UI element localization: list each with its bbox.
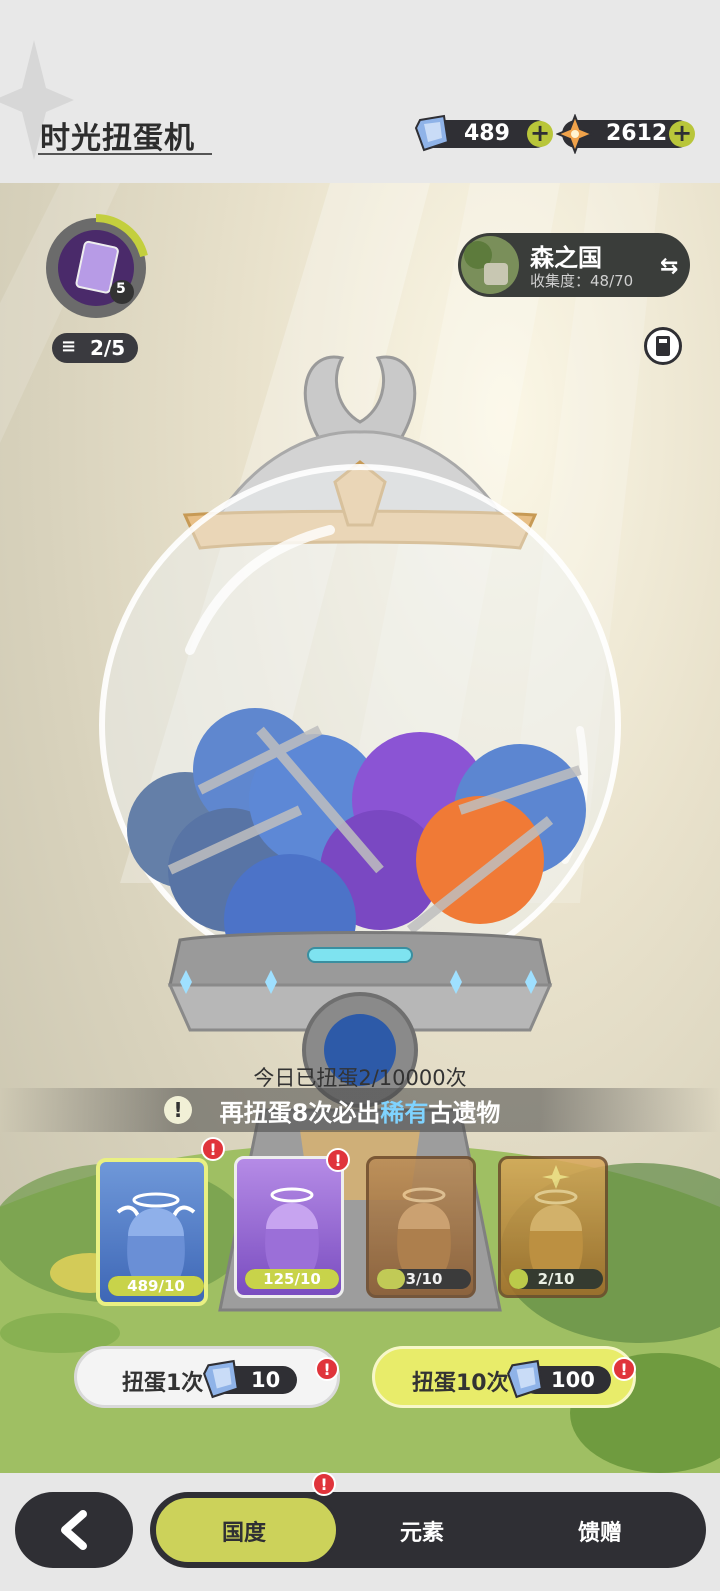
pull-ten-label: 扭蛋10次 <box>412 1371 509 1396</box>
card-count-text: 3/10 <box>405 1270 443 1288</box>
region-collection: 收集度：48/70 <box>530 272 634 290</box>
crystal-count: 489 <box>464 121 510 146</box>
card-count-text: 125/10 <box>263 1270 321 1288</box>
relic-progress: 2/5 <box>90 336 126 360</box>
relic-card-gold[interactable]: 2/10 <box>498 1156 608 1298</box>
add-gem-button[interactable]: + <box>669 121 695 147</box>
pull-once-cost-value: 10 <box>251 1368 281 1392</box>
relic-badge[interactable] <box>40 212 152 324</box>
add-crystal-button[interactable]: + <box>527 121 553 147</box>
region-name: 森之国 <box>530 244 602 272</box>
tab-element[interactable]: 元素 <box>400 1515 444 1547</box>
relic-card-blue[interactable]: 489/10 <box>96 1158 208 1306</box>
crystal-currency: 489 + <box>414 114 553 152</box>
list-icon: ≡ <box>61 336 77 357</box>
card-count: 125/10 <box>245 1269 339 1289</box>
tab-gift[interactable]: 馈赠 <box>578 1515 622 1547</box>
pull-ten-button[interactable]: 扭蛋10次 100 <box>372 1346 636 1408</box>
pull-once-alert: ! <box>315 1357 339 1381</box>
gem-count: 2612 <box>606 121 668 146</box>
blue-crystal-icon <box>507 1359 544 1399</box>
forest-region-icon <box>461 236 519 294</box>
relic-card-orange[interactable]: 3/10 <box>366 1156 476 1298</box>
book-icon <box>656 336 670 356</box>
card-alert-badge: ! <box>326 1148 350 1172</box>
gacha-machine[interactable] <box>80 170 640 1320</box>
switch-icon[interactable]: ⇆ <box>660 254 678 279</box>
pull-once-label: 扭蛋1次 <box>122 1371 204 1396</box>
relic-progress-pill[interactable]: ≡ 2/5 <box>52 333 138 363</box>
back-arrow-icon <box>61 1510 87 1550</box>
rules-book-button[interactable] <box>644 327 682 365</box>
page-title: 时光扭蛋机 <box>40 121 195 156</box>
card-count-text: 489/10 <box>127 1277 185 1295</box>
pull-ten-cost-value: 100 <box>551 1368 595 1392</box>
card-count-fill <box>509 1269 528 1289</box>
card-count: 3/10 <box>377 1269 471 1289</box>
tab-realm[interactable]: 国度 <box>222 1515 266 1547</box>
pity-text-rare: 稀有 <box>380 1099 429 1127</box>
pity-text-pre: 再扭蛋8次必出 <box>219 1099 381 1127</box>
pity-text: 再扭蛋8次必出稀有古遗物 <box>0 1093 720 1128</box>
blue-crystal-icon <box>203 1359 240 1399</box>
blue-crystal-icon <box>414 114 450 152</box>
card-count-fill <box>377 1269 406 1289</box>
card-alert-badge: ! <box>201 1137 225 1161</box>
card-count: 489/10 <box>108 1276 204 1296</box>
pull-once-button[interactable]: 扭蛋1次 10 <box>74 1346 340 1408</box>
orange-gem-icon <box>556 114 594 154</box>
title-underline <box>38 153 212 155</box>
relic-level: 5 <box>116 281 126 297</box>
relic-card-purple[interactable]: 125/10 <box>234 1156 344 1298</box>
card-count-text: 2/10 <box>537 1270 575 1288</box>
card-count: 2/10 <box>509 1269 603 1289</box>
tab-alert-badge: ! <box>312 1472 336 1496</box>
gem-currency: 2612 + <box>556 114 695 154</box>
pull-ten-alert: ! <box>612 1357 636 1381</box>
back-button[interactable] <box>15 1492 133 1568</box>
pity-text-post: 古遗物 <box>428 1099 501 1127</box>
